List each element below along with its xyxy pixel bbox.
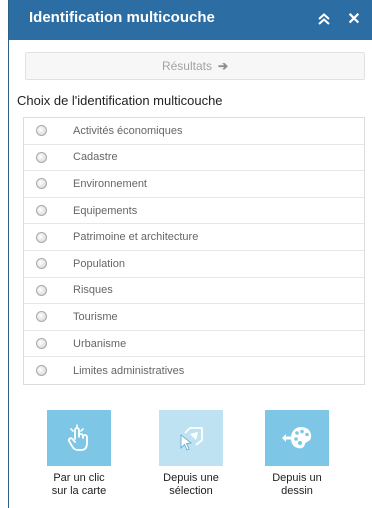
layer-option[interactable]: Risques [24, 278, 364, 305]
layer-option-label: Cadastre [73, 151, 118, 164]
layer-option-label: Equipements [73, 204, 138, 217]
collapse-button[interactable] [313, 7, 335, 31]
radio-button[interactable] [36, 284, 47, 296]
layer-option[interactable]: Cadastre [24, 145, 364, 172]
results-tab-label: Résultats [161, 59, 212, 73]
action-icon-tile [47, 410, 111, 466]
action-icon-tile [265, 410, 329, 466]
action-label: Depuis un dessin [272, 472, 322, 497]
radio-button[interactable] [36, 338, 47, 350]
layer-option-label: Population [73, 257, 125, 270]
radio-button[interactable] [36, 178, 47, 190]
close-icon: ✕ [347, 11, 361, 28]
results-tab[interactable]: Résultats ➔ [25, 52, 365, 80]
radio-button[interactable] [36, 365, 47, 377]
radio-button[interactable] [36, 205, 47, 217]
layer-option[interactable]: Tourisme [24, 304, 364, 331]
action-icon-tile [159, 410, 223, 466]
layer-option[interactable]: Environnement [24, 171, 364, 198]
radio-button[interactable] [36, 151, 47, 163]
radio-button[interactable] [36, 125, 47, 137]
double-chevron-up-icon [318, 13, 330, 25]
section-title: Choix de l'identification multicouche [17, 93, 223, 108]
multilayer-identification-panel: Identification multicouche ✕ Résultats ➔… [8, 0, 372, 508]
selection-cursor-icon [180, 427, 203, 451]
identification-actions: Par un clic sur la carte Depuis une séle… [47, 410, 357, 506]
action-label: Depuis une sélection [163, 472, 219, 497]
layer-option-label: Risques [73, 284, 113, 297]
layer-option[interactable]: Population [24, 251, 364, 278]
from-selection-button[interactable]: Depuis une sélection [159, 410, 223, 498]
hand-tap-icon [68, 424, 88, 451]
click-on-map-button[interactable]: Par un clic sur la carte [47, 410, 111, 498]
layer-option-label: Tourisme [73, 310, 118, 323]
layer-choice-list: Activités économiques Cadastre Environne… [23, 117, 365, 385]
radio-button[interactable] [36, 311, 47, 323]
arrow-right-icon: ➔ [217, 59, 229, 73]
layer-option-label: Environnement [73, 177, 147, 190]
panel-header: Identification multicouche ✕ [9, 0, 372, 40]
from-drawing-button[interactable]: Depuis un dessin [265, 410, 329, 498]
layer-option-label: Limites administratives [73, 364, 185, 377]
radio-button[interactable] [36, 258, 47, 270]
palette-icon [282, 427, 312, 449]
layer-option-label: Activités économiques [73, 124, 183, 137]
radio-button[interactable] [36, 231, 47, 243]
action-label: Par un clic sur la carte [51, 472, 107, 497]
layer-option[interactable]: Urbanisme [24, 331, 364, 358]
layer-option[interactable]: Activités économiques [24, 118, 364, 145]
layer-option[interactable]: Patrimoine et architecture [24, 224, 364, 251]
panel-title: Identification multicouche [29, 9, 215, 26]
layer-option[interactable]: Equipements [24, 198, 364, 225]
layer-option[interactable]: Limites administratives [24, 357, 364, 384]
layer-option-label: Patrimoine et architecture [73, 231, 199, 244]
close-button[interactable]: ✕ [343, 7, 365, 31]
layer-option-label: Urbanisme [73, 337, 127, 350]
